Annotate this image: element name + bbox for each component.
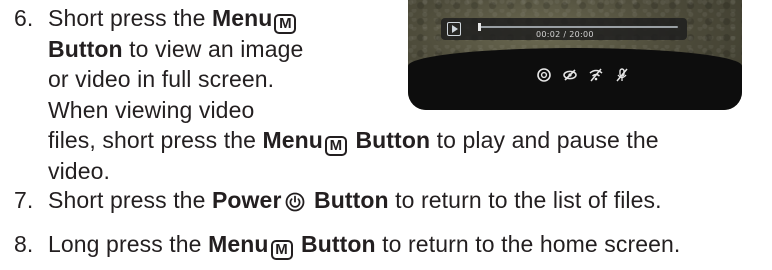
step-8-line: 8. Long press the Menu M Button to return …	[14, 229, 681, 260]
step-text: or video in full screen.	[48, 66, 275, 92]
step-text: Long press the	[48, 231, 209, 257]
step-text: to view an image	[122, 35, 304, 62]
aperture-icon	[537, 68, 551, 82]
button-name: Button	[307, 187, 389, 213]
step-text: to return to the list of files.	[388, 187, 662, 213]
play-icon	[447, 22, 461, 36]
video-timecode: 00:02 / 20:00	[536, 30, 594, 39]
power-button-icon	[284, 191, 306, 213]
button-name: Menu	[208, 231, 269, 257]
step-6-line: Button to view an image	[48, 34, 303, 64]
step-6-line: 6. Short press the Menu M	[14, 3, 298, 34]
step-text: to play and pause the	[430, 127, 659, 153]
button-name: Menu	[211, 5, 273, 31]
step-text: When viewing video	[48, 96, 255, 123]
step-number: 7.	[14, 187, 34, 213]
step-7-line: 7. Short press the Power Button to return…	[14, 185, 662, 215]
menu-button-icon: M	[270, 239, 293, 260]
progress-track	[478, 26, 678, 28]
step-6-line: When viewing video	[48, 95, 254, 125]
button-name: Menu	[262, 127, 323, 153]
step-number: 6.	[14, 5, 34, 31]
progress-knob	[478, 23, 481, 31]
step-text: video.	[48, 157, 110, 184]
button-name: Power	[211, 187, 282, 213]
button-name: Button	[294, 231, 376, 257]
step-text: files, short press the	[48, 127, 263, 153]
step-6-line: files, short press the Menu M Button to p…	[48, 125, 659, 156]
step-text: Short press the	[48, 5, 212, 31]
step-6-line: video.	[48, 156, 110, 186]
button-name: Button	[48, 35, 123, 62]
status-icon-row	[537, 68, 629, 82]
wifi-off-icon	[589, 68, 603, 82]
step-text: Short press the	[48, 187, 212, 213]
step-text: to return to the home screen.	[375, 231, 681, 257]
step-number: 8.	[14, 231, 34, 257]
step-6-line: or video in full screen.	[48, 64, 274, 94]
button-name: Button	[348, 127, 431, 153]
device-screen-image	[408, 0, 742, 110]
menu-button-icon: M	[274, 13, 297, 34]
menu-button-icon: M	[324, 135, 347, 156]
eye-off-icon	[563, 68, 577, 82]
mic-off-icon	[615, 68, 629, 82]
